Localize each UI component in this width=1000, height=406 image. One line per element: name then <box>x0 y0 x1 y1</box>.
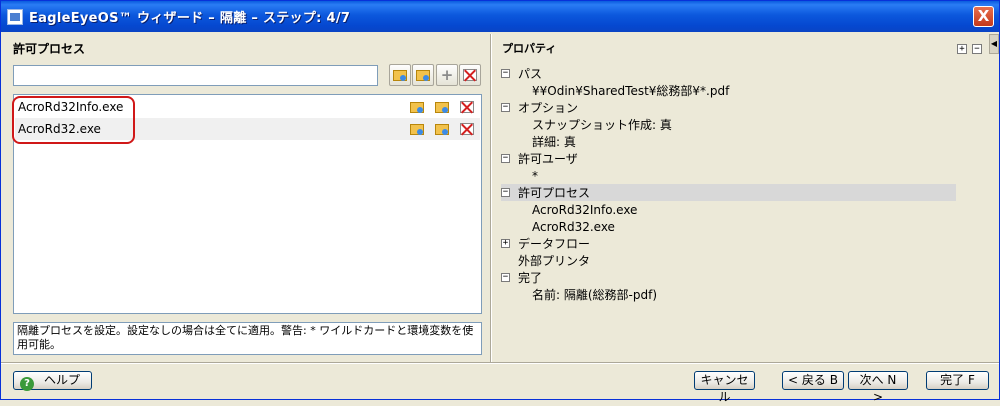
folder-icon <box>435 123 449 135</box>
expand-all-button[interactable]: + <box>957 44 967 54</box>
tree-node-dataflow[interactable]: + データフロー <box>501 235 956 252</box>
tree-label: 許可プロセス <box>518 186 591 200</box>
delete-icon <box>463 69 477 81</box>
browse-folder-icon <box>393 69 407 81</box>
tree-node-printer[interactable]: 外部プリンタ <box>501 252 956 269</box>
panel-splitter[interactable] <box>490 34 492 362</box>
close-button[interactable]: X <box>973 6 994 27</box>
browse-process-button[interactable] <box>389 64 411 86</box>
bottom-separator <box>1 362 999 364</box>
delete-row-button[interactable] <box>458 99 476 115</box>
tree-value: スナップショット作成: 真 <box>532 118 672 132</box>
collapse-toggle-icon[interactable]: − <box>501 154 510 163</box>
browse-folder-icon <box>410 101 424 113</box>
cancel-button[interactable]: キャンセル <box>694 371 755 404</box>
tree-value-path: ¥¥Odin¥SharedTest¥総務部¥*.pdf <box>501 82 956 99</box>
process-input[interactable] <box>13 65 378 86</box>
wizard-window: EagleEyeOS™ ウィザード – 隔離 – ステップ: 4/7 X 許可プ… <box>0 0 1000 404</box>
browse-row-button[interactable] <box>408 121 426 137</box>
highlight-annotation <box>12 96 135 144</box>
tree-value-snapshot: スナップショット作成: 真 <box>501 116 956 133</box>
collapse-all-button[interactable]: − <box>972 44 982 54</box>
browse-folder-icon <box>410 123 424 135</box>
collapse-panel-handle[interactable]: ◀ <box>989 34 999 54</box>
tree-value: AcroRd32.exe <box>532 219 615 234</box>
tree-label: データフロー <box>518 237 591 251</box>
collapse-toggle-icon[interactable]: − <box>501 273 510 282</box>
tree-label: 外部プリンタ <box>518 254 591 268</box>
tree-value: * <box>532 168 538 183</box>
delete-all-button[interactable] <box>459 64 481 86</box>
help-label: ヘルプ <box>44 373 81 387</box>
tree-value-users: * <box>501 167 956 184</box>
description-text: 隔離プロセスを設定。設定なしの場合は全てに適用。警告: * ワイルドカードと環境… <box>13 322 482 355</box>
allowed-process-heading: 許可プロセス <box>13 42 86 56</box>
tree-node-processes[interactable]: − 許可プロセス <box>501 184 956 201</box>
delete-icon <box>460 101 474 113</box>
app-icon <box>7 8 23 25</box>
back-button[interactable]: < 戻る B <box>782 371 844 390</box>
tree-value: AcroRd32Info.exe <box>532 202 638 217</box>
window-title: EagleEyeOS™ ウィザード – 隔離 – ステップ: 4/7 <box>29 11 351 26</box>
tree-value: 名前: 隔離(総務部-pdf) <box>532 288 658 302</box>
collapse-toggle-icon[interactable]: − <box>501 69 510 78</box>
tree-value: ¥¥Odin¥SharedTest¥総務部¥*.pdf <box>532 84 730 98</box>
folder-icon <box>416 69 430 81</box>
browse-row-button[interactable] <box>408 99 426 115</box>
tree-label: オプション <box>518 101 579 115</box>
tree-label: 許可ユーザ <box>518 152 578 166</box>
tree-value-name: 名前: 隔離(総務部-pdf) <box>501 286 956 303</box>
collapse-toggle-icon[interactable]: − <box>501 103 510 112</box>
next-button[interactable]: 次へ N > <box>848 371 908 404</box>
help-button[interactable]: ? ヘルプ <box>13 371 92 391</box>
finish-button[interactable]: 完了 F <box>926 371 989 390</box>
tree-value-detail: 詳細: 真 <box>501 133 956 150</box>
help-icon: ? <box>20 377 34 391</box>
expand-toggle-icon[interactable]: + <box>501 239 510 248</box>
tree-label: パス <box>518 67 543 81</box>
add-process-button[interactable]: + <box>436 64 458 86</box>
tree-value-process-1: AcroRd32Info.exe <box>501 201 956 218</box>
delete-row-button[interactable] <box>458 121 476 137</box>
tree-node-users[interactable]: − 許可ユーザ <box>501 150 956 167</box>
collapse-toggle-icon[interactable]: − <box>501 188 510 197</box>
select-process-button[interactable] <box>412 64 434 86</box>
plus-icon: + <box>440 65 454 84</box>
folder-icon <box>435 101 449 113</box>
tree-value: 詳細: 真 <box>532 135 576 149</box>
properties-heading: プロパティ <box>502 42 557 55</box>
tree-value-process-2: AcroRd32.exe <box>501 218 956 235</box>
tree-label: 完了 <box>518 271 543 285</box>
delete-icon <box>460 123 474 135</box>
property-tree: − パス ¥¥Odin¥SharedTest¥総務部¥*.pdf − オプション… <box>501 65 956 303</box>
edit-row-button[interactable] <box>433 121 451 137</box>
tree-node-path[interactable]: − パス <box>501 65 956 82</box>
tree-node-done[interactable]: − 完了 <box>501 269 956 286</box>
tree-node-options[interactable]: − オプション <box>501 99 956 116</box>
edit-row-button[interactable] <box>433 99 451 115</box>
title-bar: EagleEyeOS™ ウィザード – 隔離 – ステップ: 4/7 X <box>1 1 999 32</box>
